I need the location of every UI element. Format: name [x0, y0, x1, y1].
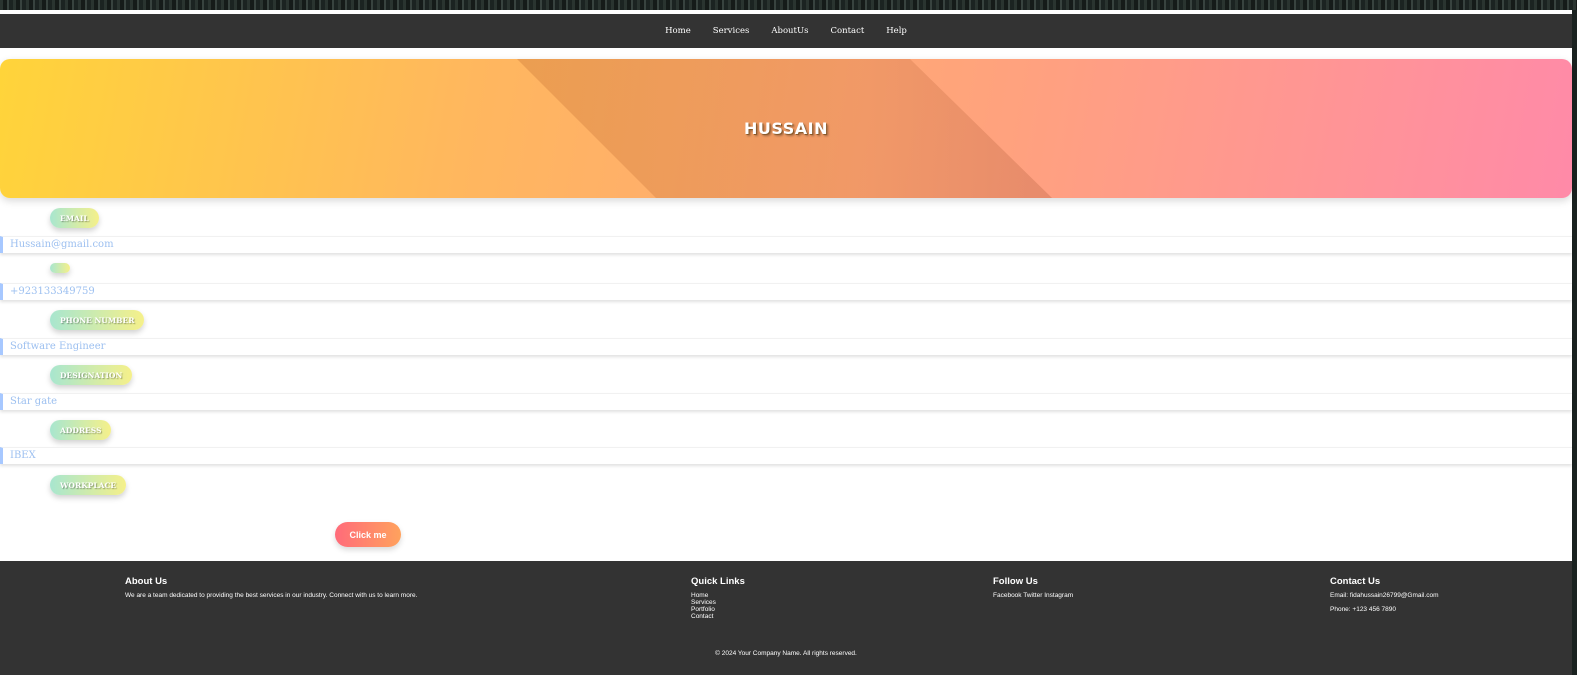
footer-quick-links: Quick Links Home Services Portfolio Cont… [691, 576, 745, 620]
nav-link-home[interactable]: Home [654, 26, 702, 36]
field-label-phone-number: PHONE NUMBER [50, 310, 145, 330]
footer-link-portfolio[interactable]: Portfolio [691, 606, 745, 613]
field-label-empty [50, 263, 70, 273]
nav-link-help[interactable]: Help [875, 26, 918, 36]
background-strip [0, 0, 1577, 10]
footer-copyright: © 2024 Your Company Name. All rights res… [715, 650, 857, 657]
footer-social-links: Facebook Twitter Instagram [993, 592, 1073, 599]
social-link-twitter[interactable]: Twitter [1023, 592, 1042, 599]
field-label-designation: DESIGNATION [50, 365, 133, 385]
footer-contact-email: Email: fidahussain26799@Gmail.com [1330, 592, 1439, 599]
footer-about-text: We are a team dedicated to providing the… [125, 592, 418, 599]
footer-contact-phone: Phone: +123 456 7890 [1330, 606, 1396, 613]
click-me-button[interactable]: Click me [335, 522, 401, 547]
nav-link-contact[interactable]: Contact [819, 26, 875, 36]
top-navbar: Home Services AboutUs Contact Help [0, 14, 1572, 48]
footer-quick-links-title: Quick Links [691, 576, 745, 587]
social-link-facebook[interactable]: Facebook [993, 592, 1022, 599]
field-label-address: ADDRESS [50, 420, 112, 440]
footer-about-title: About Us [125, 576, 168, 587]
footer-follow: Follow Us Facebook Twitter Instagram [993, 576, 1073, 599]
footer-link-services[interactable]: Services [691, 599, 745, 606]
nav-link-aboutus[interactable]: AboutUs [760, 26, 819, 36]
field-value-email[interactable]: Hussain@gmail.com [0, 236, 1572, 253]
hero-banner: HUSSAIN [0, 59, 1572, 198]
field-value-designation[interactable]: Software Engineer [0, 338, 1572, 355]
social-link-instagram[interactable]: Instagram [1044, 592, 1073, 599]
footer-about: About Us We are a team dedicated to prov… [125, 576, 555, 599]
footer: About Us We are a team dedicated to prov… [0, 561, 1572, 675]
hero-title: HUSSAIN [744, 119, 828, 138]
page: Home Services AboutUs Contact Help HUSSA… [0, 10, 1572, 675]
footer-contact-title: Contact Us [1330, 576, 1381, 587]
nav-link-services[interactable]: Services [702, 26, 761, 36]
footer-link-home[interactable]: Home [691, 592, 745, 599]
footer-follow-title: Follow Us [993, 576, 1038, 587]
footer-contact: Contact Us Email: fidahussain26799@Gmail… [1330, 576, 1438, 620]
field-label-workplace: WORKPLACE [50, 475, 127, 495]
field-value-workplace[interactable]: IBEX [0, 447, 1572, 464]
field-label-email: EMAIL [50, 208, 99, 228]
field-value-phone[interactable]: +923133349759 [0, 283, 1572, 300]
footer-link-contact[interactable]: Contact [691, 613, 745, 620]
field-value-address[interactable]: Star gate [0, 393, 1572, 410]
